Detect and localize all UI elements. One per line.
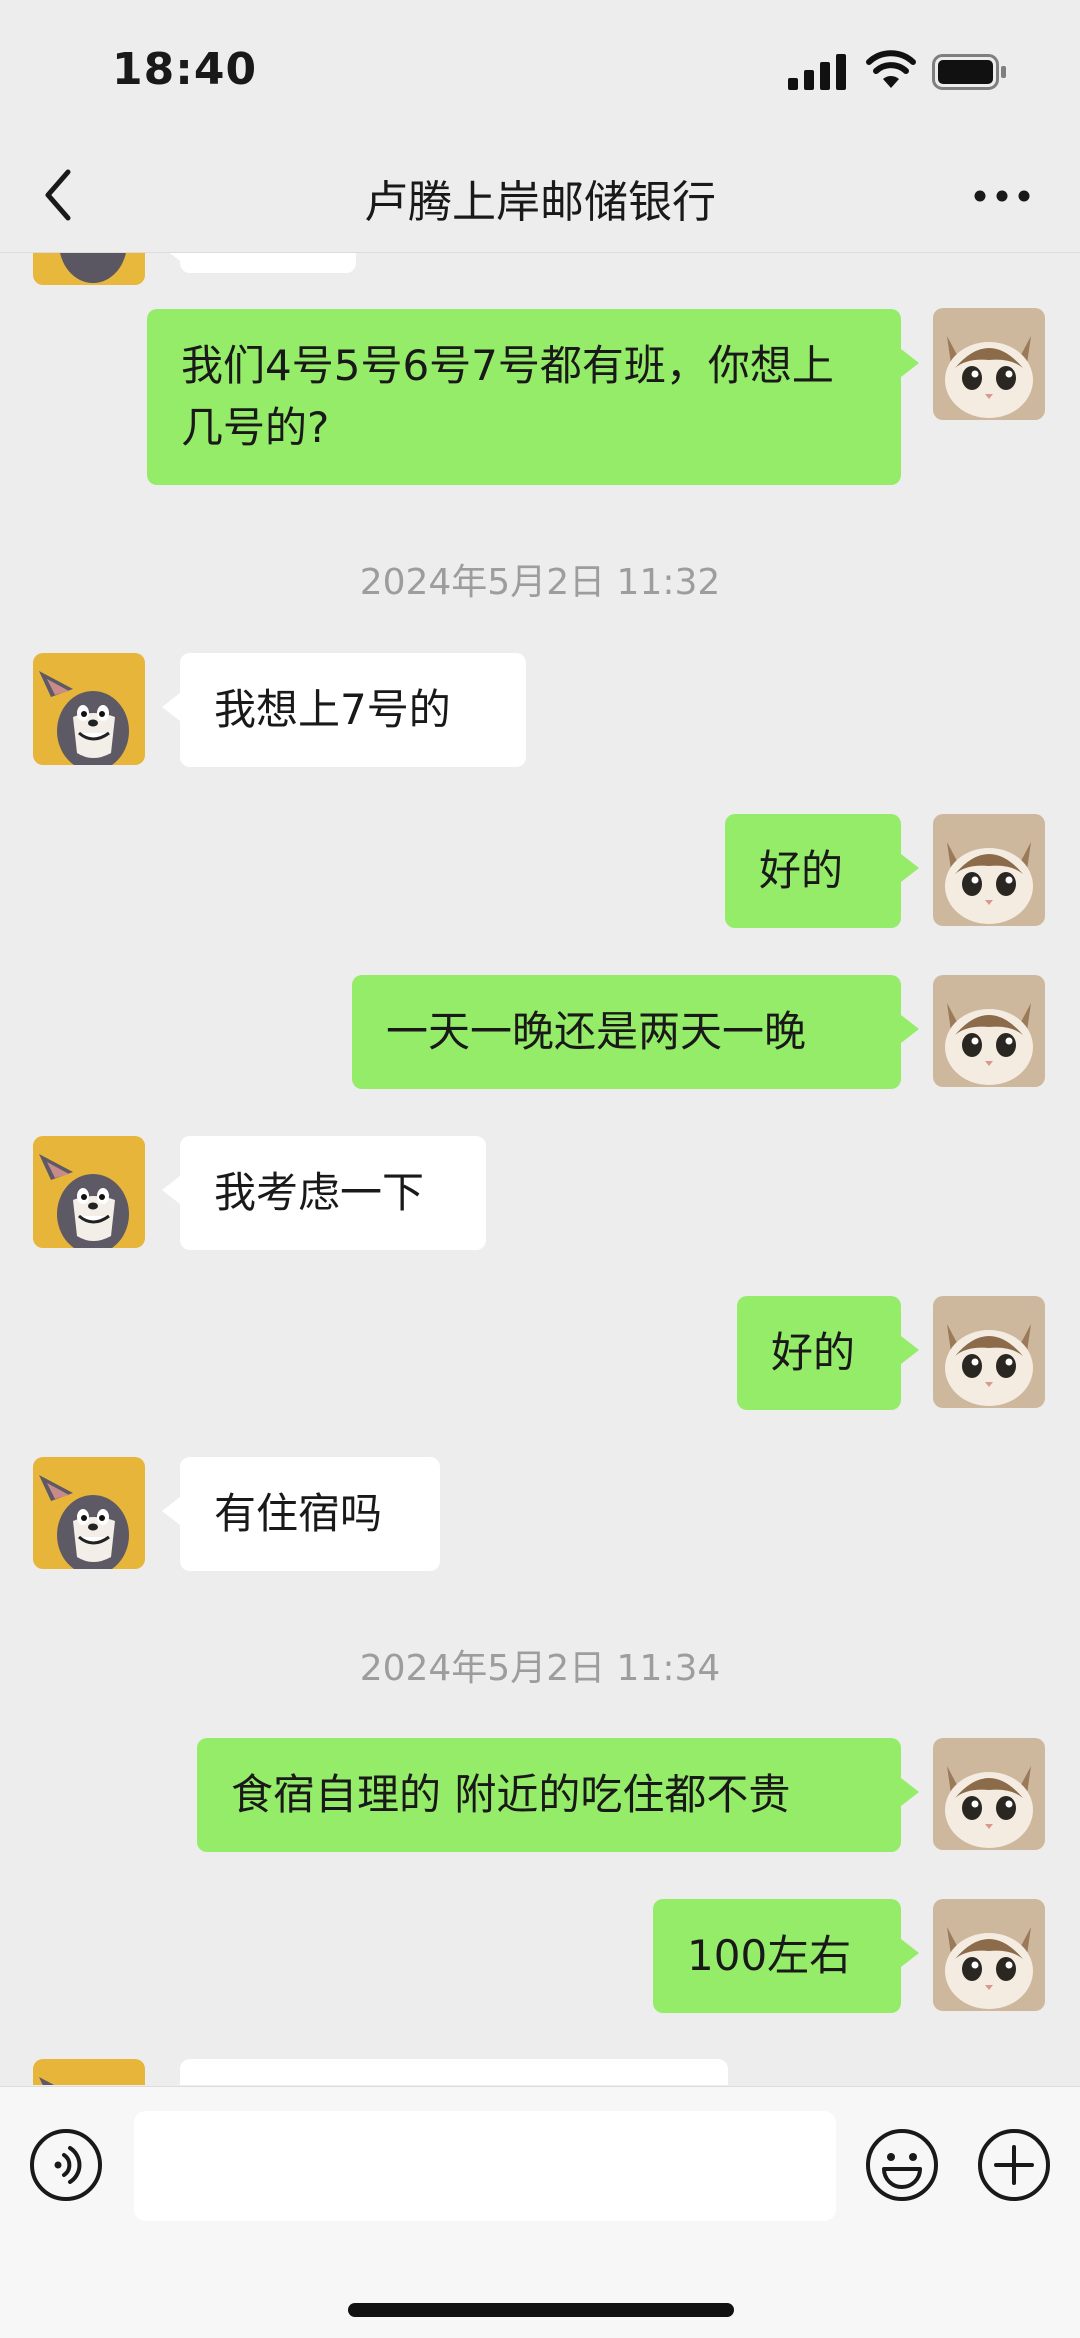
tom-cat-avatar-art [33,653,145,765]
home-indicator [348,2303,734,2317]
tom-cat-avatar[interactable] [33,253,145,285]
cat-avatar-art [933,308,1045,420]
message-bubble-outgoing[interactable]: 我们4号5号6号7号都有班，你想上几号的? [147,309,919,485]
cat-avatar-art [933,1738,1045,1850]
message-bubble-incoming[interactable]: 有住宿吗 [162,1457,440,1571]
message-bubble-outgoing[interactable]: 100左右 [653,1899,919,2013]
chat-header: 卢腾上岸邮储银行 [0,140,1080,253]
tom-cat-avatar-art [33,1457,145,1569]
message-bubble-outgoing[interactable]: 好的 [737,1296,919,1410]
voice-icon[interactable] [28,2127,104,2203]
signal-icon [788,54,846,90]
cat-avatar-art [933,814,1045,926]
status-time: 18:40 [112,44,258,95]
tom-cat-avatar-art [33,1136,145,1248]
plus-icon[interactable] [976,2127,1052,2203]
cat-avatar[interactable] [933,1296,1045,1408]
chat-input-bar [0,2086,1080,2338]
cat-avatar[interactable] [933,975,1045,1087]
status-bar: 18:40 [0,0,1080,140]
wifi-icon [866,50,916,88]
cat-avatar[interactable] [933,1899,1045,2011]
cat-avatar[interactable] [933,308,1045,420]
cat-avatar-art [933,1899,1045,2011]
message-timestamp: 2024年5月2日 11:34 [359,1648,721,1689]
battery-icon [932,54,1006,90]
tom-cat-avatar[interactable] [33,1457,145,1569]
cat-avatar-art [933,975,1045,1087]
message-bubble-incoming[interactable] [162,253,356,273]
cat-avatar[interactable] [933,1738,1045,1850]
message-bubble-incoming[interactable]: 我想上7号的 [162,653,526,767]
cat-avatar[interactable] [933,814,1045,926]
tom-cat-avatar[interactable] [33,2059,145,2085]
message-bubble-incoming[interactable] [180,2059,728,2085]
cat-avatar-art [933,1296,1045,1408]
message-bubble-outgoing[interactable]: 一天一晚还是两天一晚 [352,975,919,1089]
message-input[interactable] [134,2111,836,2221]
tom-cat-avatar-art [33,2059,145,2085]
tom-cat-avatar[interactable] [33,1136,145,1248]
more-dots-icon[interactable] [972,180,1032,212]
message-bubble-outgoing[interactable]: 好的 [725,814,919,928]
emoji-icon[interactable] [864,2127,940,2203]
message-timestamp: 2024年5月2日 11:32 [359,562,721,603]
message-bubble-outgoing[interactable]: 食宿自理的 附近的吃住都不贵 [197,1738,919,1852]
message-bubble-incoming[interactable]: 我考虑一下 [162,1136,486,1250]
message-list[interactable]: 我们4号5号6号7号都有班，你想上几号的? 2024年5月2日 11:32 我想… [0,253,1080,2085]
tom-cat-avatar[interactable] [33,653,145,765]
chat-title: 卢腾上岸邮储银行 [364,177,716,228]
